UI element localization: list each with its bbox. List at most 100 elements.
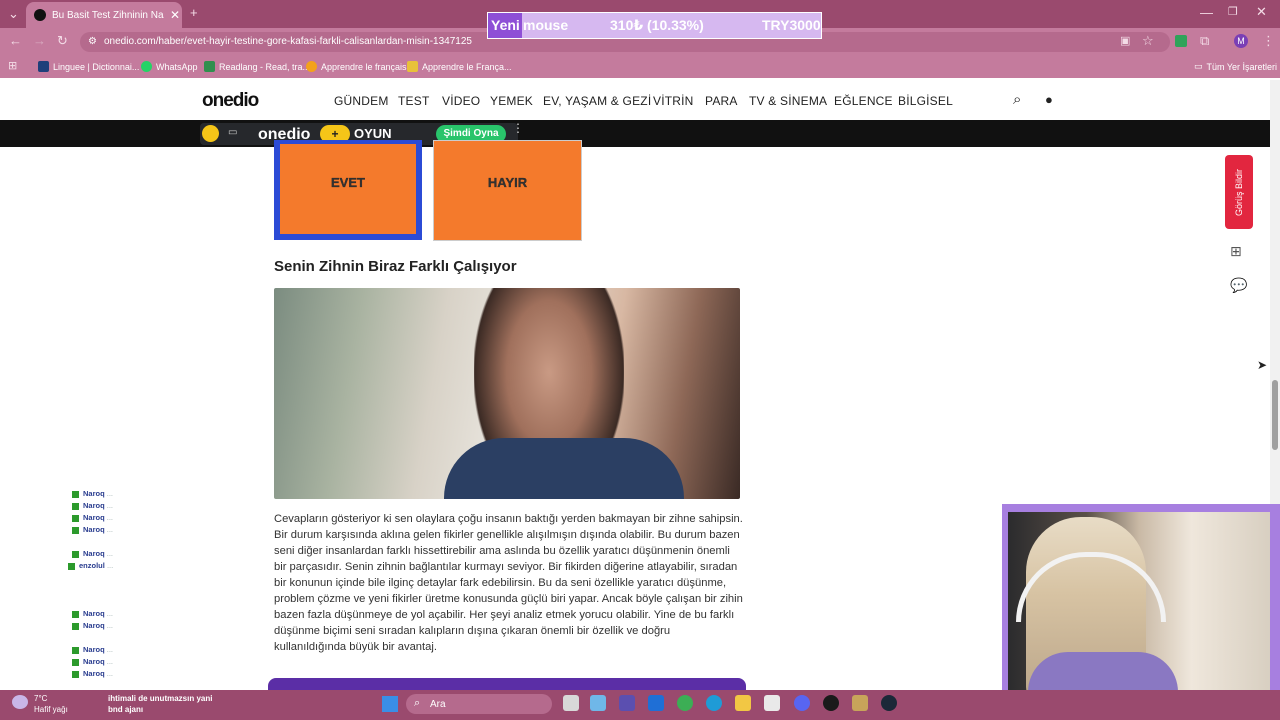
weather-widget[interactable]: 7°C Hafif yağı — [34, 693, 68, 715]
chat-badge-icon — [68, 562, 75, 570]
apps-grid-icon[interactable]: ⊞ — [8, 59, 17, 72]
goal-item-label: mouse — [523, 17, 569, 33]
feedback-button[interactable]: Görüş Bildir — [1225, 155, 1253, 229]
windows-start-icon[interactable] — [382, 696, 398, 712]
chat-badge-icon — [72, 526, 79, 534]
goal-new-label: Yeni — [491, 17, 520, 33]
taskbar-search-label: Ara — [430, 699, 446, 710]
chat-message: Naroq ... — [72, 645, 113, 654]
nav-video[interactable]: VİDEO — [442, 94, 480, 108]
more-options-icon[interactable]: ⋮ — [512, 122, 524, 134]
chat-badge-icon — [72, 490, 79, 498]
chat-message: Naroq ... — [72, 609, 113, 618]
bookmark-add-icon[interactable]: ⊞ — [1230, 243, 1242, 260]
bookmark-linguee[interactable]: Linguee | Dictionnai... — [38, 61, 139, 72]
onedio-favicon-icon — [34, 9, 46, 21]
chat-badge-icon — [72, 646, 79, 654]
goal-progress-text: 310₺ (10.33%) — [610, 17, 704, 33]
tab-title: Bu Basit Test Zihninin Nasıl Çalış — [52, 9, 164, 21]
nav-eglence[interactable]: EĞLENCE — [834, 94, 893, 108]
chat-badge-icon — [72, 670, 79, 678]
nav-yemek[interactable]: YEMEK — [490, 94, 533, 108]
all-bookmarks[interactable]: ▭ Tüm Yer İşaretleri — [1194, 61, 1277, 72]
chat-message: enzolul ... — [68, 561, 113, 570]
user-icon[interactable]: ● — [1045, 92, 1053, 107]
site-info-icon[interactable]: ⚙ — [88, 36, 97, 47]
scrollbar-thumb[interactable] — [1272, 380, 1278, 450]
active-tab[interactable]: Bu Basit Test Zihninin Nasıl Çalış ✕ — [26, 2, 182, 28]
extension-icon[interactable] — [1175, 35, 1187, 47]
weather-icon — [12, 695, 28, 709]
nav-gundem[interactable]: GÜNDEM — [334, 94, 389, 108]
chat-message: Naroq ... — [72, 549, 113, 558]
chat-message: Naroq ... — [72, 501, 113, 510]
install-app-icon[interactable]: ▣ — [1120, 34, 1130, 47]
mouse-cursor-icon: ➤ — [1257, 358, 1268, 372]
chat-message: Naroq ... — [72, 489, 113, 498]
discord-icon[interactable] — [794, 695, 810, 711]
nav-tv-sinema[interactable]: TV & SİNEMA — [749, 94, 827, 108]
taskbar-search[interactable] — [406, 694, 552, 714]
apprendre-alt-icon — [407, 61, 418, 72]
onedio-logo[interactable]: onedio — [202, 90, 259, 112]
tab-search-icon[interactable]: ⌄ — [8, 6, 19, 22]
league-icon[interactable] — [852, 695, 868, 711]
game-banner — [0, 120, 1270, 147]
nav-test[interactable]: TEST — [398, 94, 429, 108]
obs-icon[interactable] — [823, 695, 839, 711]
search-icon[interactable]: ⌕ — [1013, 91, 1021, 108]
nav-bilgisel[interactable]: BİLGİSEL — [898, 94, 953, 108]
game-oyun-label: OYUN — [354, 126, 392, 141]
chat-badge-icon — [72, 610, 79, 618]
mail-icon[interactable] — [648, 695, 664, 711]
search-magnifier-icon: ⌕ — [414, 697, 421, 709]
weather-condition: Hafif yağı — [34, 705, 68, 714]
menu-kebab-icon[interactable]: ⋮ — [1262, 33, 1275, 49]
comments-icon[interactable]: 💬 — [1230, 277, 1247, 294]
chat-badge-icon — [72, 514, 79, 522]
bookmark-apprendre-2[interactable]: Apprendre le França... — [407, 61, 512, 72]
teams-icon[interactable] — [619, 695, 635, 711]
task-view-icon[interactable] — [563, 695, 579, 711]
store-icon[interactable] — [764, 695, 780, 711]
chrome-icon[interactable] — [677, 695, 693, 711]
chat-badge-icon — [72, 502, 79, 510]
reload-icon[interactable]: ↻ — [57, 33, 68, 49]
minimize-icon[interactable]: — — [1200, 5, 1213, 20]
bookmark-whatsapp[interactable]: WhatsApp — [141, 61, 198, 72]
close-window-icon[interactable]: ✕ — [1256, 4, 1267, 20]
file-explorer-icon[interactable] — [735, 695, 751, 711]
back-icon[interactable]: ← — [9, 33, 22, 48]
close-tab-icon[interactable]: ✕ — [170, 8, 180, 22]
nav-ev-yasam-gezi[interactable]: EV, YAŞAM & GEZİ — [543, 94, 651, 108]
result-heading: Senin Zihnin Biraz Farklı Çalışıyor — [274, 258, 517, 275]
chat-message: Naroq ... — [72, 621, 113, 630]
answer-hayir[interactable]: HAYIR — [433, 140, 582, 241]
portrait-shoulders — [444, 438, 684, 499]
forward-icon[interactable]: → — [33, 33, 46, 48]
bookmark-readlang[interactable]: Readlang - Read, tra... — [204, 61, 310, 72]
donation-goal-overlay: Yeni mouse 310₺ (10.33%) TRY3000 — [487, 12, 822, 39]
stream-notice: ihtimali de unutmazsın yani bnd ajanı — [108, 694, 213, 714]
next-section-banner — [268, 678, 746, 690]
bookmark-apprendre-1[interactable]: Apprendre le français — [306, 61, 407, 72]
bookmark-star-icon[interactable]: ☆ — [1142, 33, 1154, 49]
extensions-puzzle-icon[interactable]: ⧉ — [1200, 33, 1209, 49]
whatsapp-icon — [141, 61, 152, 72]
url-text: onedio.com/haber/evet-hayir-testine-gore… — [104, 36, 472, 47]
restore-icon[interactable]: ❐ — [1228, 5, 1238, 18]
chat-badge-icon — [72, 622, 79, 630]
copilot-icon[interactable] — [590, 695, 606, 711]
new-tab-icon[interactable]: + — [190, 5, 198, 20]
steam-icon[interactable] — [881, 695, 897, 711]
chat-badge-icon — [72, 550, 79, 558]
edge-icon[interactable] — [706, 695, 722, 711]
profile-avatar[interactable]: M — [1234, 34, 1248, 48]
chat-message: Naroq ... — [72, 669, 113, 678]
answer-evet[interactable]: EVET — [280, 144, 416, 234]
nav-vitrin[interactable]: VİTRİN — [653, 94, 694, 108]
nav-para[interactable]: PARA — [705, 94, 738, 108]
readlang-icon — [204, 61, 215, 72]
result-image — [274, 288, 740, 499]
weather-temp: 7°C — [34, 694, 48, 703]
